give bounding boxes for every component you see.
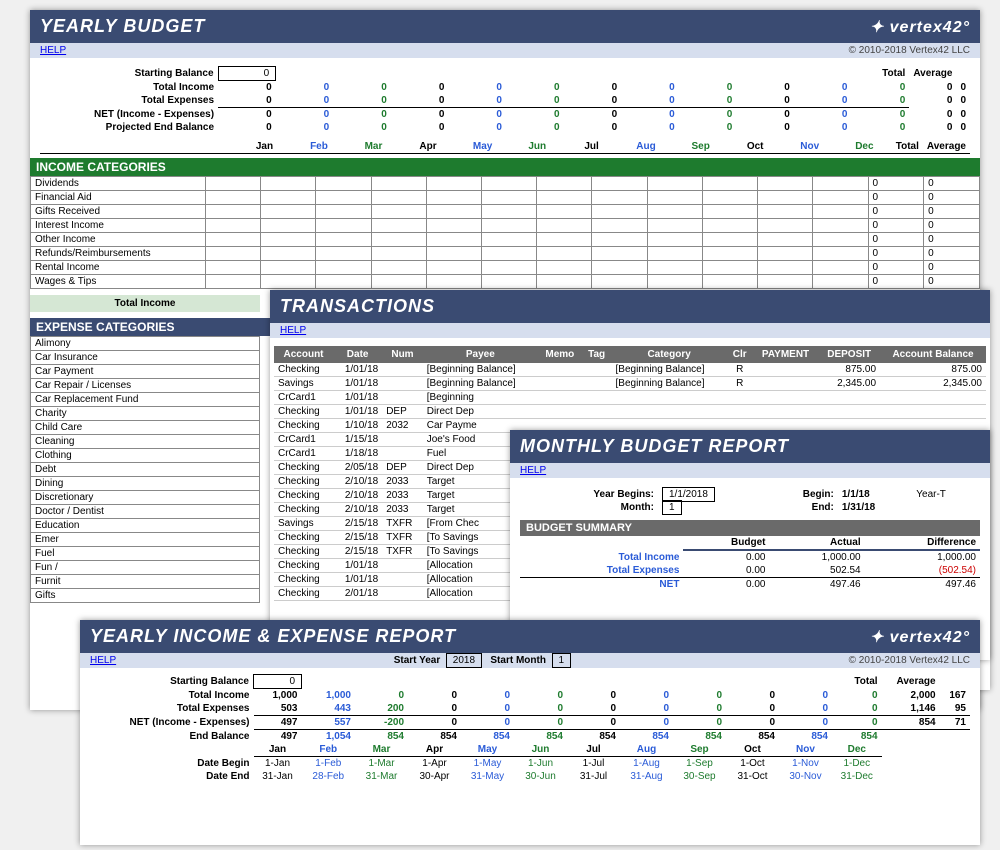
trans-title-bar: TRANSACTIONS [270, 290, 990, 323]
brand-logo-ie: ✦ vertex42° [870, 627, 970, 647]
monthly-title-bar: MONTHLY BUDGET REPORT [510, 430, 990, 463]
start-month-label: Start Month [490, 655, 546, 666]
copyright: © 2010-2018 Vertex42 LLC [849, 45, 970, 56]
start-year-value[interactable]: 2018 [446, 653, 482, 668]
budget-summary-header: BUDGET SUMMARY [520, 520, 980, 536]
month-value[interactable]: 1 [662, 500, 682, 515]
brand-logo: ✦ vertex42° [870, 17, 970, 37]
month-label: Month: [520, 501, 658, 514]
expense-categories-table[interactable]: AlimonyCar InsuranceCar PaymentCar Repai… [30, 336, 260, 603]
begin-value: 1/1/18 [838, 488, 912, 501]
begin-label: Begin: [768, 488, 838, 501]
yearly-title: YEARLY BUDGET [40, 16, 205, 37]
end-value: 1/31/18 [838, 501, 912, 514]
monthly-sublink: HELP [510, 463, 990, 478]
year-begins-label: Year Begins: [520, 488, 658, 501]
ie-sublink: HELP Start Year 2018 Start Month 1 © 201… [80, 653, 980, 668]
ie-table: Starting Balance0TotalAverageTotal Incom… [90, 674, 970, 783]
monthly-help-link[interactable]: HELP [520, 465, 546, 476]
income-categories-table[interactable]: Dividends00Financial Aid00Gifts Received… [30, 176, 980, 289]
monthly-summary-table: BudgetActualDifferenceTotal Income0.001,… [520, 536, 980, 591]
income-categories-header: INCOME CATEGORIES [30, 158, 980, 176]
sublink-bar: HELP © 2010-2018 Vertex42 LLC [30, 43, 980, 58]
ie-title: YEARLY INCOME & EXPENSE REPORT [90, 626, 456, 647]
start-year-label: Start Year [394, 655, 441, 666]
start-month-value[interactable]: 1 [552, 653, 572, 668]
ie-title-bar: YEARLY INCOME & EXPENSE REPORT ✦ vertex4… [80, 620, 980, 653]
yearly-title-bar: YEARLY BUDGET ✦ vertex42° [30, 10, 980, 43]
trans-sublink: HELP [270, 323, 990, 338]
year-t: Year-T [912, 488, 980, 501]
trans-help-link[interactable]: HELP [280, 325, 306, 336]
end-label: End: [768, 501, 838, 514]
ie-help-link[interactable]: HELP [90, 655, 116, 666]
trans-title: TRANSACTIONS [280, 296, 435, 317]
total-income-row: Total Income [30, 295, 260, 312]
yearly-summary-table: Starting Balance0TotalAverageTotal Incom… [40, 66, 970, 134]
yearly-months-header: JanFebMarAprMayJunJulAugSepOctNovDecTota… [40, 140, 970, 154]
help-link[interactable]: HELP [40, 45, 66, 56]
ie-sheet: YEARLY INCOME & EXPENSE REPORT ✦ vertex4… [80, 620, 980, 845]
expense-categories-header: EXPENSE CATEGORIES [30, 318, 272, 336]
monthly-title: MONTHLY BUDGET REPORT [520, 436, 789, 457]
ie-copyright: © 2010-2018 Vertex42 LLC [849, 655, 970, 666]
